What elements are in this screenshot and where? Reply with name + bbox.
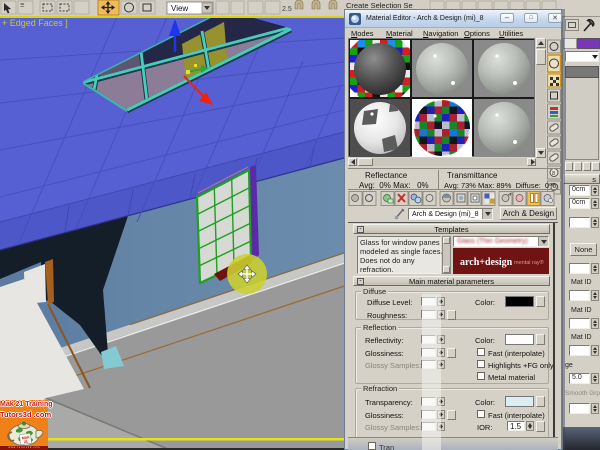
svg-text:+ Edged Faces ]: + Edged Faces ] <box>2 18 68 28</box>
svg-text:View: View <box>171 4 188 13</box>
svg-text:2.5: 2.5 <box>282 6 292 13</box>
svg-text:☰: ☰ <box>20 3 25 9</box>
svg-text:21: 21 <box>24 440 28 445</box>
